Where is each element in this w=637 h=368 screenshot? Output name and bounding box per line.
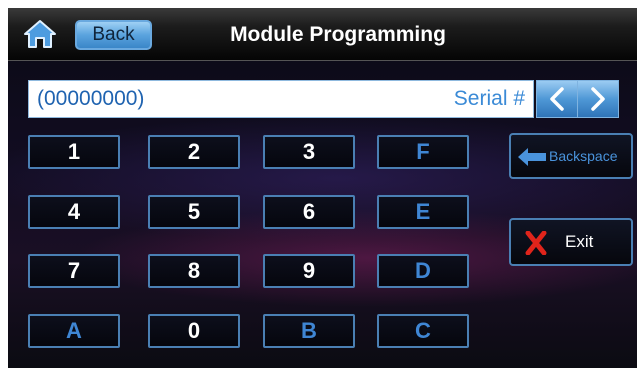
key-2[interactable]: 2 — [148, 135, 240, 169]
exit-button[interactable]: Exit — [509, 218, 633, 266]
chevron-left-icon — [550, 87, 564, 111]
key-7[interactable]: 7 — [28, 254, 120, 288]
key-e[interactable]: E — [377, 195, 469, 229]
key-d[interactable]: D — [377, 254, 469, 288]
exit-label: Exit — [565, 232, 594, 251]
serial-value: (00000000) — [37, 87, 145, 110]
home-button[interactable] — [22, 18, 58, 50]
programming-screen: Back Module Programming (00000000) Seria… — [8, 8, 637, 368]
key-5[interactable]: 5 — [148, 195, 240, 229]
key-6[interactable]: 6 — [263, 195, 355, 229]
serial-display: (00000000) Serial # — [28, 80, 534, 118]
serial-field-label: Serial # — [453, 87, 525, 110]
header-bar: Back Module Programming — [8, 8, 637, 61]
back-button[interactable]: Back — [75, 20, 152, 50]
key-a[interactable]: A — [28, 314, 120, 348]
key-c[interactable]: C — [377, 314, 469, 348]
key-8[interactable]: 8 — [148, 254, 240, 288]
key-4[interactable]: 4 — [28, 195, 120, 229]
backspace-label: Backspace — [549, 148, 618, 164]
key-b[interactable]: B — [263, 314, 355, 348]
key-f[interactable]: F — [377, 135, 469, 169]
key-1[interactable]: 1 — [28, 135, 120, 169]
key-9[interactable]: 9 — [263, 254, 355, 288]
key-3[interactable]: 3 — [263, 135, 355, 169]
close-x-icon — [525, 230, 547, 260]
page-title: Module Programming — [230, 23, 446, 46]
previous-field-button[interactable] — [536, 80, 578, 118]
home-icon — [24, 20, 56, 48]
arrow-left-icon — [517, 147, 547, 172]
next-field-button[interactable] — [577, 80, 619, 118]
key-0[interactable]: 0 — [148, 314, 240, 348]
backspace-button[interactable]: Backspace — [509, 133, 633, 179]
chevron-right-icon — [591, 87, 605, 111]
